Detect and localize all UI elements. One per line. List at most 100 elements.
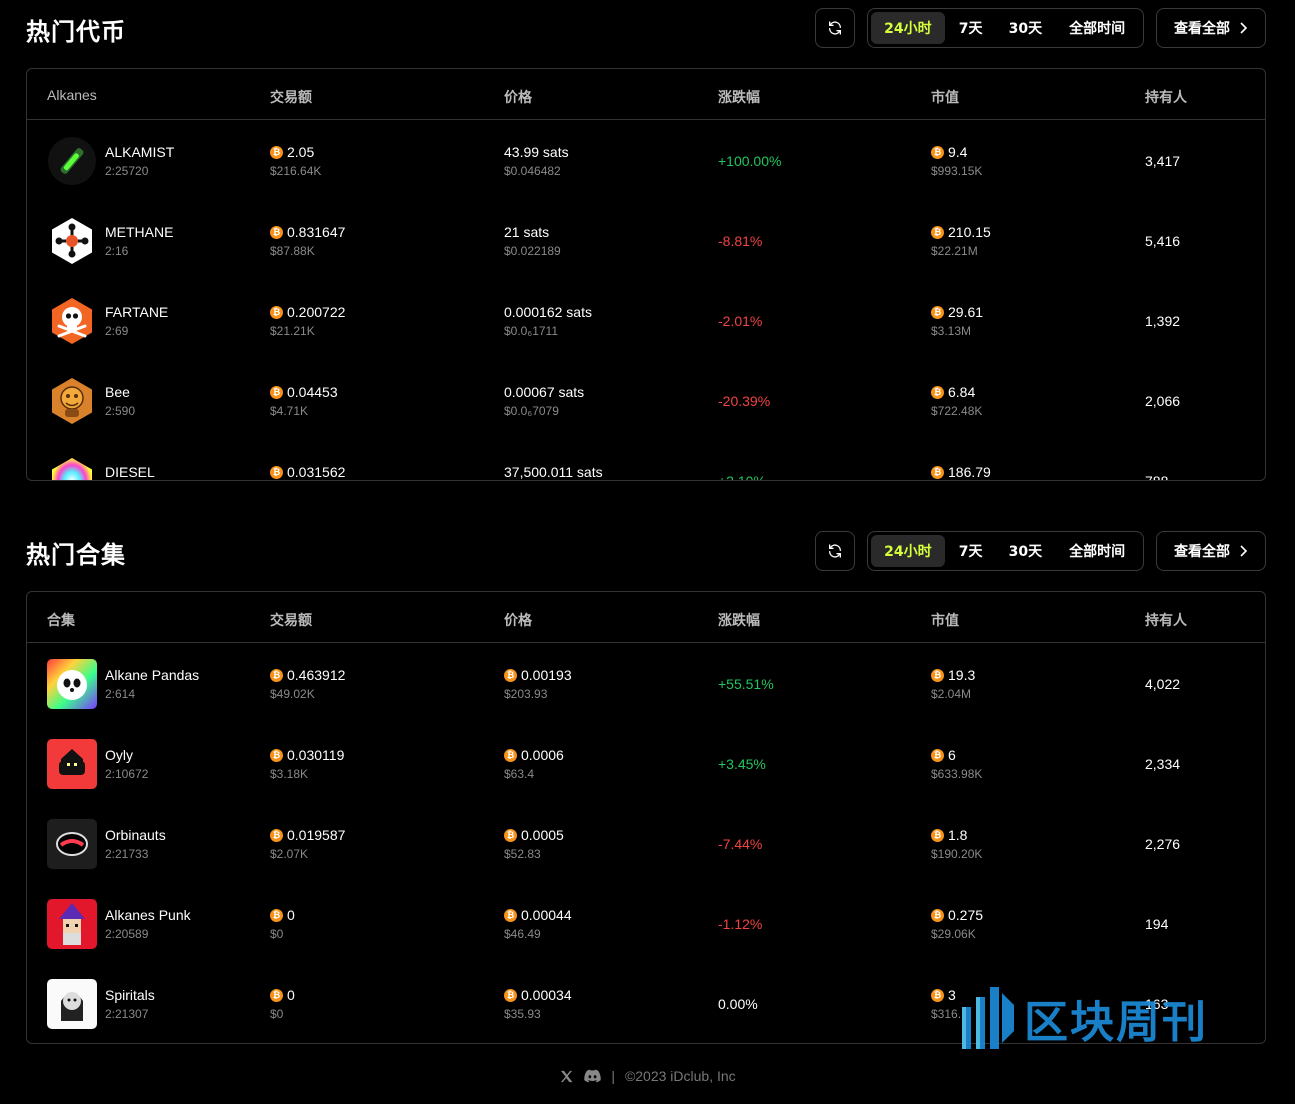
tokens-table: Alkanes 交易额 价格 涨跌幅 市值 持有人 ALKAMIST 2:257…	[26, 68, 1266, 481]
tab-all-time[interactable]: 全部时间	[1054, 535, 1140, 567]
table-header: Alkanes 交易额 价格 涨跌幅 市值 持有人	[27, 69, 1265, 120]
collection-id: 2:21307	[105, 1007, 149, 1021]
tab-7d[interactable]: 7天	[945, 535, 997, 567]
collection-id: 2:10672	[105, 767, 149, 781]
change-value: -1.12%	[718, 916, 763, 932]
mcap-value: ₿ 1.8	[931, 827, 967, 843]
token-id: 2:590	[105, 404, 136, 418]
view-all-button[interactable]: 查看全部	[1156, 8, 1266, 48]
table-row[interactable]: FARTANE 2:69 ₿ 0.200722 $21.21K 0.000162 …	[27, 280, 1265, 360]
column-header[interactable]: Alkanes	[47, 87, 97, 103]
table-row[interactable]: Orbinauts 2:21733 ₿ 0.019587 $2.07K ₿ 0.00…	[27, 803, 1265, 883]
token-name: FARTANE	[105, 304, 169, 320]
bitcoin-icon: ₿	[270, 828, 283, 842]
bitcoin-icon: ₿	[270, 225, 283, 239]
table-row[interactable]: Alkanes Punk 2:20589 ₿ 0 $0 ₿ 0.00044 $46.…	[27, 883, 1265, 963]
volume-usd: $216.64K	[270, 164, 322, 178]
change-value: -8.81%	[718, 233, 763, 249]
bitcoin-icon: ₿	[504, 908, 517, 922]
price-value: ₿ 0.0006	[504, 747, 564, 763]
discord-icon[interactable]	[584, 1069, 602, 1083]
x-icon[interactable]	[559, 1069, 574, 1084]
bitcoin-icon: ₿	[270, 465, 283, 479]
column-header[interactable]: 涨跌幅	[718, 87, 760, 107]
holders-value: 194	[1145, 916, 1169, 932]
volume-usd: $0	[270, 1007, 284, 1021]
volume-value: ₿ 0	[270, 987, 295, 1003]
change-value: -20.39%	[718, 393, 771, 409]
table-header: 合集 交易额 价格 涨跌幅 市值 持有人	[27, 592, 1265, 643]
price-usd: $46.49	[504, 927, 541, 941]
watermark-text: 区块周刊	[1024, 997, 1208, 1048]
change-value: +55.51%	[718, 676, 774, 692]
refresh-button[interactable]	[815, 531, 855, 571]
table-row[interactable]: METHANE 2:16 ₿ 0.831647 $87.88K 21 sats $…	[27, 200, 1265, 280]
view-all-button[interactable]: 查看全部	[1156, 531, 1266, 571]
mcap-usd: $190.20K	[931, 847, 983, 861]
holders-value: 2,066	[1145, 393, 1181, 409]
collection-name: Alkanes Punk	[105, 907, 191, 923]
tab-all-time[interactable]: 全部时间	[1054, 12, 1140, 44]
column-header[interactable]: 价格	[504, 87, 532, 107]
bitcoin-icon: ₿	[270, 305, 283, 319]
column-header[interactable]: 涨跌幅	[718, 610, 760, 630]
column-header[interactable]: 市值	[931, 610, 959, 630]
change-value: -7.44%	[718, 836, 763, 852]
collection-avatar	[47, 659, 97, 709]
tab-30d[interactable]: 30天	[997, 12, 1055, 44]
bitcoin-icon: ₿	[931, 145, 944, 159]
collection-name: Alkane Pandas	[105, 667, 200, 683]
bitcoin-icon: ₿	[931, 225, 944, 239]
volume-value: ₿ 0.019587	[270, 827, 345, 843]
tab-7d[interactable]: 7天	[945, 12, 997, 44]
footer: | ©2023 iDclub, Inc	[0, 1068, 1295, 1084]
column-header[interactable]: 合集	[47, 610, 75, 630]
holders-value: 2,334	[1145, 756, 1181, 772]
section-title: 热门合集	[26, 541, 126, 569]
price-usd: $0.022189	[504, 244, 561, 258]
refresh-button[interactable]	[815, 8, 855, 48]
volume-value: ₿ 0.04453	[270, 384, 338, 400]
change-value: +3.45%	[718, 756, 766, 772]
mcap-value: ₿ 210.15	[931, 224, 991, 240]
table-row[interactable]: ALKAMIST 2:25720 ₿ 2.05 $216.64K 43.99 sa…	[27, 120, 1265, 200]
bitcoin-icon: ₿	[270, 988, 283, 1002]
mcap-value: ₿ 29.61	[931, 304, 983, 320]
change-value: +2.10%	[718, 473, 766, 481]
collection-id: 2:20589	[105, 927, 149, 941]
token-avatar	[48, 137, 96, 185]
column-header[interactable]: 交易额	[270, 87, 312, 107]
volume-usd: $87.88K	[270, 244, 315, 258]
collection-avatar	[47, 979, 97, 1029]
token-name: ALKAMIST	[105, 144, 175, 160]
table-row[interactable]: DIESEL ₿ 0.031562 37,500.011 sats +2.10% …	[27, 440, 1265, 481]
mcap-usd: $316.	[931, 1007, 962, 1021]
price-value: ₿ 0.00044	[504, 907, 572, 923]
volume-value: ₿ 0	[270, 907, 295, 923]
table-row[interactable]: Bee 2:590 ₿ 0.04453 $4.71K 0.00067 sats $…	[27, 360, 1265, 440]
mcap-value: ₿ 0.275	[931, 907, 983, 923]
collection-avatar	[47, 899, 97, 949]
price-value: 0.000162 sats	[504, 304, 592, 320]
volume-value: ₿ 2.05	[270, 144, 314, 160]
column-header[interactable]: 持有人	[1145, 87, 1187, 107]
tab-30d[interactable]: 30天	[997, 535, 1055, 567]
column-header[interactable]: 市值	[931, 87, 959, 107]
volume-value: ₿ 0.031562	[270, 464, 345, 480]
token-avatar	[52, 298, 92, 344]
column-header[interactable]: 价格	[504, 610, 532, 630]
mcap-value: ₿ 186.79	[931, 464, 991, 480]
table-row[interactable]: Alkane Pandas 2:614 ₿ 0.463912 $49.02K ₿ 0…	[27, 643, 1265, 723]
table-row[interactable]: Oyly 2:10672 ₿ 0.030119 $3.18K ₿ 0.0006 $6…	[27, 723, 1265, 803]
tab-24h[interactable]: 24小时	[871, 535, 945, 567]
tab-24h[interactable]: 24小时	[871, 12, 945, 44]
token-avatar	[52, 218, 92, 264]
volume-value: ₿ 0.463912	[270, 667, 345, 683]
mcap-usd: $3.13M	[931, 324, 972, 338]
token-id: 2:16	[105, 244, 129, 258]
column-header[interactable]: 交易额	[270, 610, 312, 630]
column-header[interactable]: 持有人	[1145, 610, 1187, 630]
change-value: 0.00%	[718, 996, 758, 1012]
view-all-label: 查看全部	[1174, 21, 1230, 37]
bitcoin-icon: ₿	[504, 668, 517, 682]
